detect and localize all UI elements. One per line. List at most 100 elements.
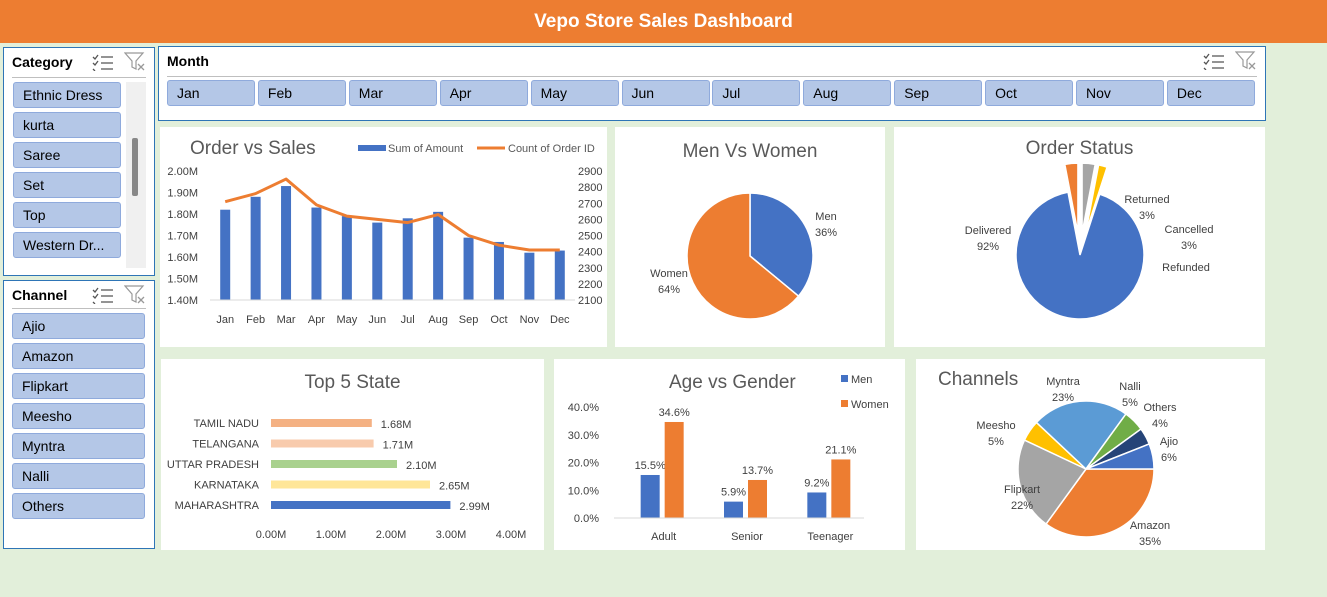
channel-slicer-title: Channel — [12, 287, 68, 303]
pie-label-men: Men — [815, 211, 836, 223]
x-tick-label: Aug — [428, 314, 448, 326]
channel-item-others[interactable]: Others — [12, 493, 145, 519]
pie-value-men: 36% — [815, 227, 837, 239]
state-label: TAMIL NADU — [194, 418, 259, 430]
state-value-label: 2.65M — [439, 481, 470, 493]
clear-filter-icon[interactable] — [1235, 51, 1257, 71]
multi-select-icon[interactable] — [1203, 52, 1225, 70]
men-vs-women-chart: Men 36% Women 64% — [650, 192, 837, 320]
x-tick-label: Teenager — [807, 531, 853, 543]
age-vs-gender-chart: 0.0% 10.0% 20.0% 30.0% 40.0% 15.5% 34.6% Adult 5… — [568, 374, 889, 543]
y-tick-label: 1.70M — [167, 231, 198, 243]
women-value-label: 13.7% — [742, 465, 773, 477]
top5-state-card: Top 5 State TAMIL NADU 1.68M TELANGANA 1.71… — [161, 359, 544, 550]
category-item-saree[interactable]: Saree — [13, 142, 121, 168]
y2-tick-label: 2500 — [578, 231, 602, 243]
dashboard-title: Vepo Store Sales Dashboard — [0, 0, 1327, 43]
y2-tick-label: 2800 — [578, 182, 602, 194]
month-item-jan[interactable]: Jan — [167, 80, 255, 106]
pie-label-others: Others — [1143, 402, 1177, 414]
y-tick-label: 1.80M — [167, 209, 198, 221]
x-tick-label: 3.00M — [436, 529, 467, 541]
sales-bar — [402, 218, 413, 300]
sales-bar — [554, 250, 565, 300]
pie-label-refunded: Refunded — [1162, 262, 1210, 274]
category-scrollbar-thumb[interactable] — [132, 138, 138, 196]
clear-filter-icon[interactable] — [124, 285, 146, 305]
x-tick-label: Jan — [216, 314, 234, 326]
men-bar-teenager — [807, 492, 827, 518]
category-item-set[interactable]: Set — [13, 172, 121, 198]
clear-filter-icon[interactable] — [124, 52, 146, 72]
pie-value-returned: 3% — [1139, 210, 1155, 222]
channel-item-meesho[interactable]: Meesho — [12, 403, 145, 429]
month-item-nov[interactable]: Nov — [1076, 80, 1164, 106]
month-item-apr[interactable]: Apr — [439, 80, 528, 106]
legend-label-amount: Sum of Amount — [388, 143, 463, 155]
pie-value-amazon: 35% — [1139, 536, 1161, 548]
legend-label-women: Women — [851, 399, 889, 411]
pie-label-ajio: Ajio — [1160, 436, 1178, 448]
month-item-dec[interactable]: Dec — [1166, 80, 1255, 106]
pie-label-flipkart: Flipkart — [1004, 484, 1040, 496]
month-item-sep[interactable]: Sep — [894, 80, 983, 106]
category-item-top[interactable]: Top — [13, 202, 121, 228]
multi-select-icon[interactable] — [92, 53, 114, 71]
pie-value-cancelled: 3% — [1181, 240, 1197, 252]
x-tick-label: Nov — [520, 314, 540, 326]
category-scrollbar[interactable] — [126, 82, 146, 268]
pie-label-meesho: Meesho — [976, 420, 1015, 432]
x-tick-label: Adult — [651, 531, 676, 543]
state-label: UTTAR PRADESH — [167, 459, 259, 471]
pie-value-women: 64% — [658, 284, 680, 296]
state-value-label: 2.99M — [459, 501, 490, 513]
y-tick-label: 30.0% — [568, 430, 599, 442]
y2-tick-label: 2300 — [578, 263, 602, 275]
x-tick-label: Oct — [490, 314, 507, 326]
age-vs-gender-card: Age vs Gender 0.0% 10.0% 20.0% 30.0% 40.0% 15… — [554, 359, 905, 550]
legend-label-order: Count of Order ID — [508, 143, 595, 155]
legend-swatch-men — [841, 375, 848, 382]
month-item-mar[interactable]: Mar — [348, 80, 437, 106]
pie-value-delivered: 92% — [977, 241, 999, 253]
sales-bar — [220, 209, 231, 300]
month-item-jul[interactable]: Jul — [712, 80, 801, 106]
state-value-label: 1.71M — [383, 440, 414, 452]
pie-value-flipkart: 22% — [1011, 500, 1033, 512]
category-slicer: Category Ethnic Dress kurta Saree Set Top Wes… — [3, 47, 155, 276]
sales-bar — [250, 196, 261, 300]
channel-slicer: Channel Ajio Amazon Flipkart Meesho Myntra Na… — [3, 280, 155, 549]
state-bar-tamil-nadu — [271, 419, 372, 427]
x-tick-label: Senior — [731, 531, 763, 543]
category-item-western-dr[interactable]: Western Dr... — [13, 232, 121, 258]
sales-bar — [311, 207, 322, 300]
channel-item-flipkart[interactable]: Flipkart — [12, 373, 145, 399]
category-item-ethnic-dress[interactable]: Ethnic Dress — [13, 82, 121, 108]
x-tick-label: May — [336, 314, 357, 326]
month-slicer-title: Month — [167, 53, 209, 69]
month-item-aug[interactable]: Aug — [803, 80, 892, 106]
month-item-oct[interactable]: Oct — [985, 80, 1074, 106]
month-item-feb[interactable]: Feb — [257, 80, 346, 106]
order-status-chart: Delivered 92% Returned 3% Cancelled 3% Refunde… — [965, 162, 1213, 320]
order-vs-sales-chart: 1.40M 1.50M 1.60M 1.70M 1.80M 1.90M 2.00M 2100 2… — [167, 143, 602, 326]
x-tick-label: 0.00M — [256, 529, 287, 541]
y-tick-label: 10.0% — [568, 485, 599, 497]
category-item-kurta[interactable]: kurta — [13, 112, 121, 138]
order-count-line — [224, 177, 560, 252]
sales-bar — [463, 237, 474, 300]
pie-label-myntra: Myntra — [1046, 376, 1081, 388]
month-slicer: Month Jan Feb Mar Apr May Jun Jul Aug Sep Oct Nov D… — [158, 46, 1266, 121]
pie-label-nalli: Nalli — [1119, 381, 1140, 393]
channel-item-ajio[interactable]: Ajio — [12, 313, 145, 339]
order-status-card: Order Status Delivered 92% Returned 3% Cance… — [894, 127, 1265, 347]
channel-item-myntra[interactable]: Myntra — [12, 433, 145, 459]
channel-item-amazon[interactable]: Amazon — [12, 343, 145, 369]
month-item-jun[interactable]: Jun — [621, 80, 710, 106]
state-bar-telangana — [271, 439, 374, 448]
channel-item-nalli[interactable]: Nalli — [12, 463, 145, 489]
men-bar-adult — [640, 474, 660, 518]
multi-select-icon[interactable] — [92, 286, 114, 304]
x-tick-label: Apr — [308, 314, 325, 326]
month-item-may[interactable]: May — [530, 80, 619, 106]
